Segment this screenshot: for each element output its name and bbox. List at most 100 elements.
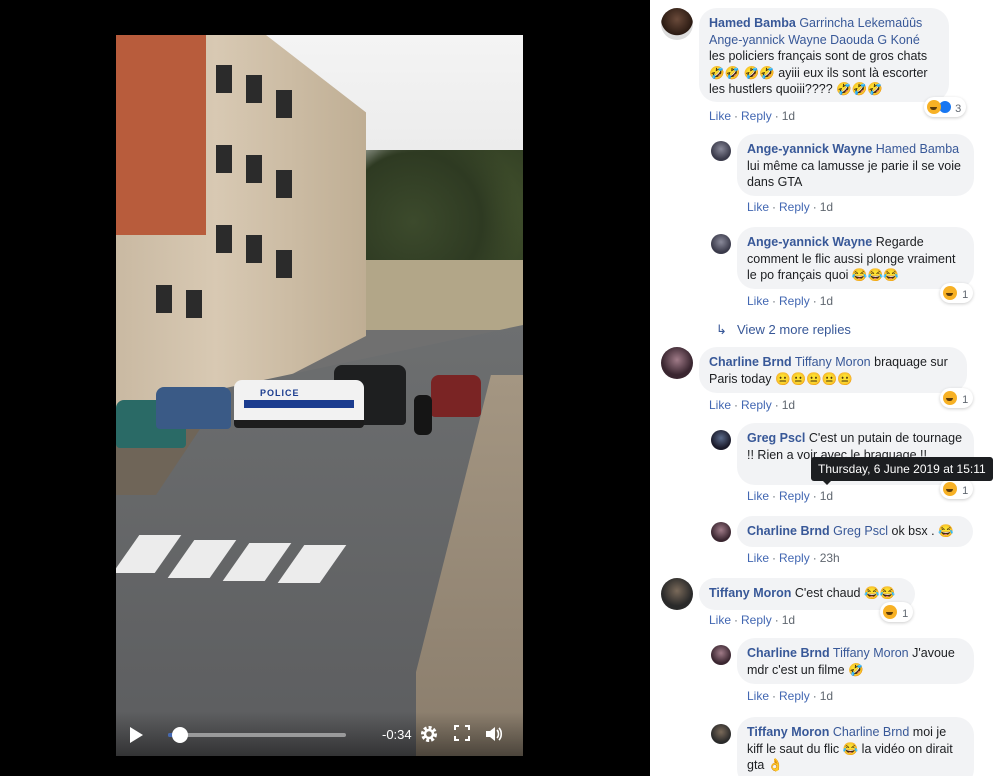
like-link[interactable]: Like <box>709 398 731 412</box>
avatar[interactable] <box>711 234 731 254</box>
reaction-number: 1 <box>962 485 969 497</box>
comment-time[interactable]: 1d <box>820 489 833 503</box>
play-icon[interactable] <box>130 727 143 743</box>
window <box>276 90 292 118</box>
comment-actions: Like · Reply · 1d <box>747 689 834 703</box>
comment-text: les policiers français sont de gros chat… <box>709 49 928 97</box>
comment-text: ok bsx . 😂 <box>888 524 954 538</box>
window <box>246 235 262 263</box>
reply-link[interactable]: Reply <box>779 551 810 565</box>
gear-icon[interactable] <box>419 724 439 744</box>
avatar[interactable] <box>711 645 731 665</box>
seek-bar-handle[interactable] <box>172 727 189 743</box>
avatar[interactable] <box>661 347 693 379</box>
window <box>216 65 232 93</box>
avatar[interactable] <box>711 522 731 542</box>
comment-bubble: Hamed Bamba Garrincha Lekemaûûs Ange-yan… <box>699 8 949 102</box>
reaction-number: 3 <box>955 103 962 115</box>
police-car-stripe <box>244 400 354 408</box>
reaction-count[interactable]: 1 <box>880 602 914 622</box>
view-more-replies-link[interactable]: ↳ View 2 more replies <box>716 322 851 338</box>
avatar[interactable] <box>661 8 693 40</box>
laugh-reaction-icon <box>927 100 941 114</box>
like-link[interactable]: Like <box>709 613 731 627</box>
comment-tags[interactable]: Charline Brnd <box>833 725 909 739</box>
video-car-red <box>431 375 481 417</box>
comment-bubble: Ange-yannick Wayne Hamed Bamba lui même … <box>737 134 974 196</box>
window <box>276 170 292 198</box>
like-link[interactable]: Like <box>747 294 769 308</box>
reaction-count[interactable]: 3 <box>924 97 967 117</box>
video-pane: POLICE -0:34 <box>0 0 650 776</box>
comment-tags[interactable]: Tiffany Moron <box>795 355 871 369</box>
reply-link[interactable]: Reply <box>779 200 810 214</box>
reply-link[interactable]: Reply <box>779 689 810 703</box>
comment-text: lui même ca lamusse je parie il se voie … <box>747 158 961 190</box>
comment-bubble: Tiffany Moron Charline Brnd moi je kiff … <box>737 717 974 776</box>
like-link[interactable]: Like <box>747 551 769 565</box>
comment-author[interactable]: Ange-yannick Wayne <box>747 142 872 156</box>
like-link[interactable]: Like <box>747 489 769 503</box>
comment-actions: Like · Reply · 23h <box>747 551 840 565</box>
comment-author[interactable]: Tiffany Moron <box>709 586 791 600</box>
like-link[interactable]: Like <box>709 109 731 123</box>
avatar[interactable] <box>661 578 693 610</box>
comment-time[interactable]: 1d <box>820 689 833 703</box>
comment-tags[interactable]: Tiffany Moron <box>833 646 909 660</box>
volume-icon[interactable] <box>484 724 504 744</box>
reaction-number: 1 <box>962 394 969 406</box>
comment-actions: Like · Reply · 1d <box>709 613 796 627</box>
comment-actions: Like · Reply · 1d <box>747 294 834 308</box>
view-more-label: View 2 more replies <box>737 322 851 337</box>
reply-link[interactable]: Reply <box>741 613 772 627</box>
comment-author[interactable]: Charline Brnd <box>747 646 830 660</box>
seek-bar[interactable] <box>168 727 346 743</box>
comment-tags[interactable]: Greg Pscl <box>833 524 888 538</box>
window <box>246 155 262 183</box>
comment-time[interactable]: 1d <box>782 398 795 412</box>
video-frame[interactable]: POLICE <box>116 35 523 756</box>
comment-author[interactable]: Ange-yannick Wayne <box>747 235 872 249</box>
comment-time[interactable]: 1d <box>782 109 795 123</box>
comment-time[interactable]: 23h <box>820 551 840 565</box>
comment-author[interactable]: Greg Pscl <box>747 431 805 445</box>
reply-arrow-icon: ↳ <box>716 322 727 337</box>
laugh-reaction-icon <box>943 286 957 300</box>
time-remaining: -0:34 <box>382 727 412 742</box>
reaction-count[interactable]: 1 <box>940 479 974 499</box>
avatar[interactable] <box>711 141 731 161</box>
window <box>276 250 292 278</box>
reply-link[interactable]: Reply <box>741 398 772 412</box>
comment-time[interactable]: 1d <box>782 613 795 627</box>
comment-tags[interactable]: Hamed Bamba <box>876 142 959 156</box>
like-link[interactable]: Like <box>747 200 769 214</box>
reaction-number: 1 <box>902 608 909 620</box>
window <box>186 290 202 318</box>
comment-author[interactable]: Charline Brnd <box>747 524 830 538</box>
comment-bubble: Charline Brnd Greg Pscl ok bsx . 😂 <box>737 516 973 547</box>
timestamp-tooltip: Thursday, 6 June 2019 at 15:11 <box>811 457 993 481</box>
like-link[interactable]: Like <box>747 689 769 703</box>
comment-time[interactable]: 1d <box>820 294 833 308</box>
reply-link[interactable]: Reply <box>779 489 810 503</box>
laugh-reaction-icon <box>943 482 957 496</box>
avatar[interactable] <box>711 430 731 450</box>
reply-link[interactable]: Reply <box>741 109 772 123</box>
video-car-blue <box>156 387 231 429</box>
reaction-count[interactable]: 1 <box>940 388 974 408</box>
reply-link[interactable]: Reply <box>779 294 810 308</box>
fullscreen-icon[interactable] <box>452 724 472 744</box>
comment-actions: Like · Reply · 1d <box>709 398 796 412</box>
comment-author[interactable]: Charline Brnd <box>709 355 792 369</box>
reaction-count[interactable]: 1 <box>940 283 974 303</box>
comment-author[interactable]: Hamed Bamba <box>709 16 796 30</box>
comment-author[interactable]: Tiffany Moron <box>747 725 829 739</box>
window <box>216 145 232 173</box>
comment-text: C'est chaud 😂😂 <box>791 586 896 600</box>
avatar[interactable] <box>711 724 731 744</box>
comment-actions: Like · Reply · 1d <box>709 109 796 123</box>
video-building-red <box>116 35 206 235</box>
comment-bubble: Charline Brnd Tiffany Moron J'avoue mdr … <box>737 638 974 684</box>
video-far-building <box>366 260 523 330</box>
comment-time[interactable]: 1d <box>820 200 833 214</box>
